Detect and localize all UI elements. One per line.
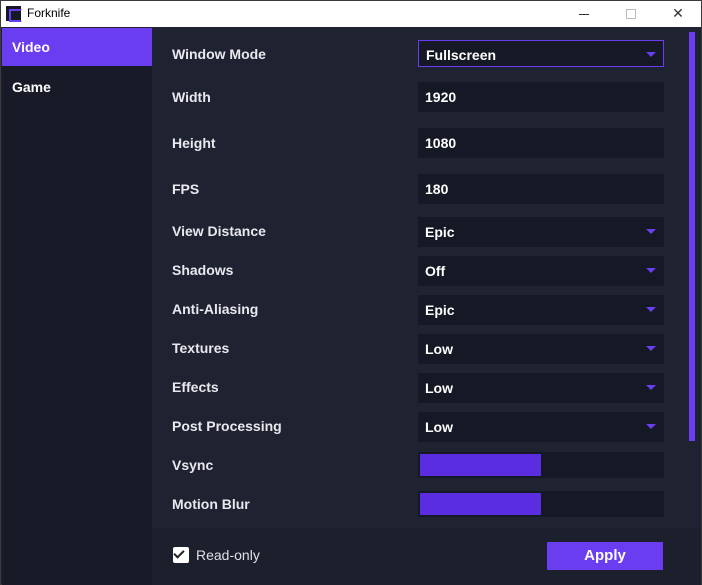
vsync-slider-fill xyxy=(420,454,541,476)
post-processing-value: Low xyxy=(425,419,453,435)
footer-bar: Read-only Apply xyxy=(152,528,701,585)
post-processing-dropdown[interactable]: Low xyxy=(418,412,664,442)
motion-blur-slider-fill xyxy=(420,493,541,515)
close-icon: ✕ xyxy=(672,6,684,22)
anti-aliasing-label: Anti-Aliasing xyxy=(172,301,259,317)
title-bar: Forknife ✕ xyxy=(1,1,701,27)
view-distance-value: Epic xyxy=(425,224,455,240)
readonly-label: Read-only xyxy=(196,547,260,563)
textures-dropdown[interactable]: Low xyxy=(418,334,664,364)
shadows-value: Off xyxy=(425,263,446,279)
motion-blur-slider[interactable] xyxy=(418,491,664,517)
effects-value: Low xyxy=(425,380,453,396)
settings-panel: Window Mode Fullscreen Width 1920 Height… xyxy=(152,28,701,528)
vsync-label: Vsync xyxy=(172,457,214,473)
readonly-checkbox[interactable] xyxy=(173,547,189,563)
close-button[interactable]: ✕ xyxy=(655,1,701,27)
view-distance-label: View Distance xyxy=(172,223,266,239)
vsync-slider[interactable] xyxy=(418,452,664,478)
apply-button[interactable]: Apply xyxy=(547,542,663,570)
window-mode-dropdown[interactable]: Fullscreen xyxy=(418,40,664,67)
maximize-button[interactable] xyxy=(608,1,654,27)
chevron-down-icon xyxy=(646,424,656,429)
maximize-icon xyxy=(626,9,636,19)
chevron-down-icon xyxy=(646,268,656,273)
minimize-icon xyxy=(579,13,589,15)
sidebar-item-game[interactable]: Game xyxy=(2,68,152,106)
chevron-down-icon xyxy=(646,229,656,234)
width-input[interactable]: 1920 xyxy=(418,82,664,112)
post-processing-label: Post Processing xyxy=(172,418,282,434)
textures-value: Low xyxy=(425,341,453,357)
view-distance-dropdown[interactable]: Epic xyxy=(418,217,664,247)
anti-aliasing-dropdown[interactable]: Epic xyxy=(418,295,664,325)
sidebar: Video Game xyxy=(2,28,152,585)
minimize-button[interactable] xyxy=(561,1,607,27)
window-mode-value: Fullscreen xyxy=(426,47,497,63)
effects-dropdown[interactable]: Low xyxy=(418,373,664,403)
width-label: Width xyxy=(172,89,211,105)
shadows-dropdown[interactable]: Off xyxy=(418,256,664,286)
height-input[interactable]: 1080 xyxy=(418,128,664,158)
sidebar-item-video[interactable]: Video xyxy=(2,28,152,66)
fps-input[interactable]: 180 xyxy=(418,174,664,204)
chevron-down-icon xyxy=(646,346,656,351)
motion-blur-label: Motion Blur xyxy=(172,496,250,512)
effects-label: Effects xyxy=(172,379,219,395)
app-window: Forknife ✕ Video Game Window Mode Fullsc… xyxy=(0,0,702,585)
checkmark-icon xyxy=(173,547,185,559)
scrollbar-thumb[interactable] xyxy=(689,32,695,441)
chevron-down-icon xyxy=(646,307,656,312)
window-mode-label: Window Mode xyxy=(172,46,266,62)
anti-aliasing-value: Epic xyxy=(425,302,455,318)
chevron-down-icon xyxy=(646,385,656,390)
textures-label: Textures xyxy=(172,340,230,356)
fps-label: FPS xyxy=(172,181,200,197)
height-label: Height xyxy=(172,135,216,151)
chevron-down-icon xyxy=(646,52,656,57)
app-icon xyxy=(6,6,22,22)
window-title: Forknife xyxy=(27,6,71,20)
shadows-label: Shadows xyxy=(172,262,234,278)
